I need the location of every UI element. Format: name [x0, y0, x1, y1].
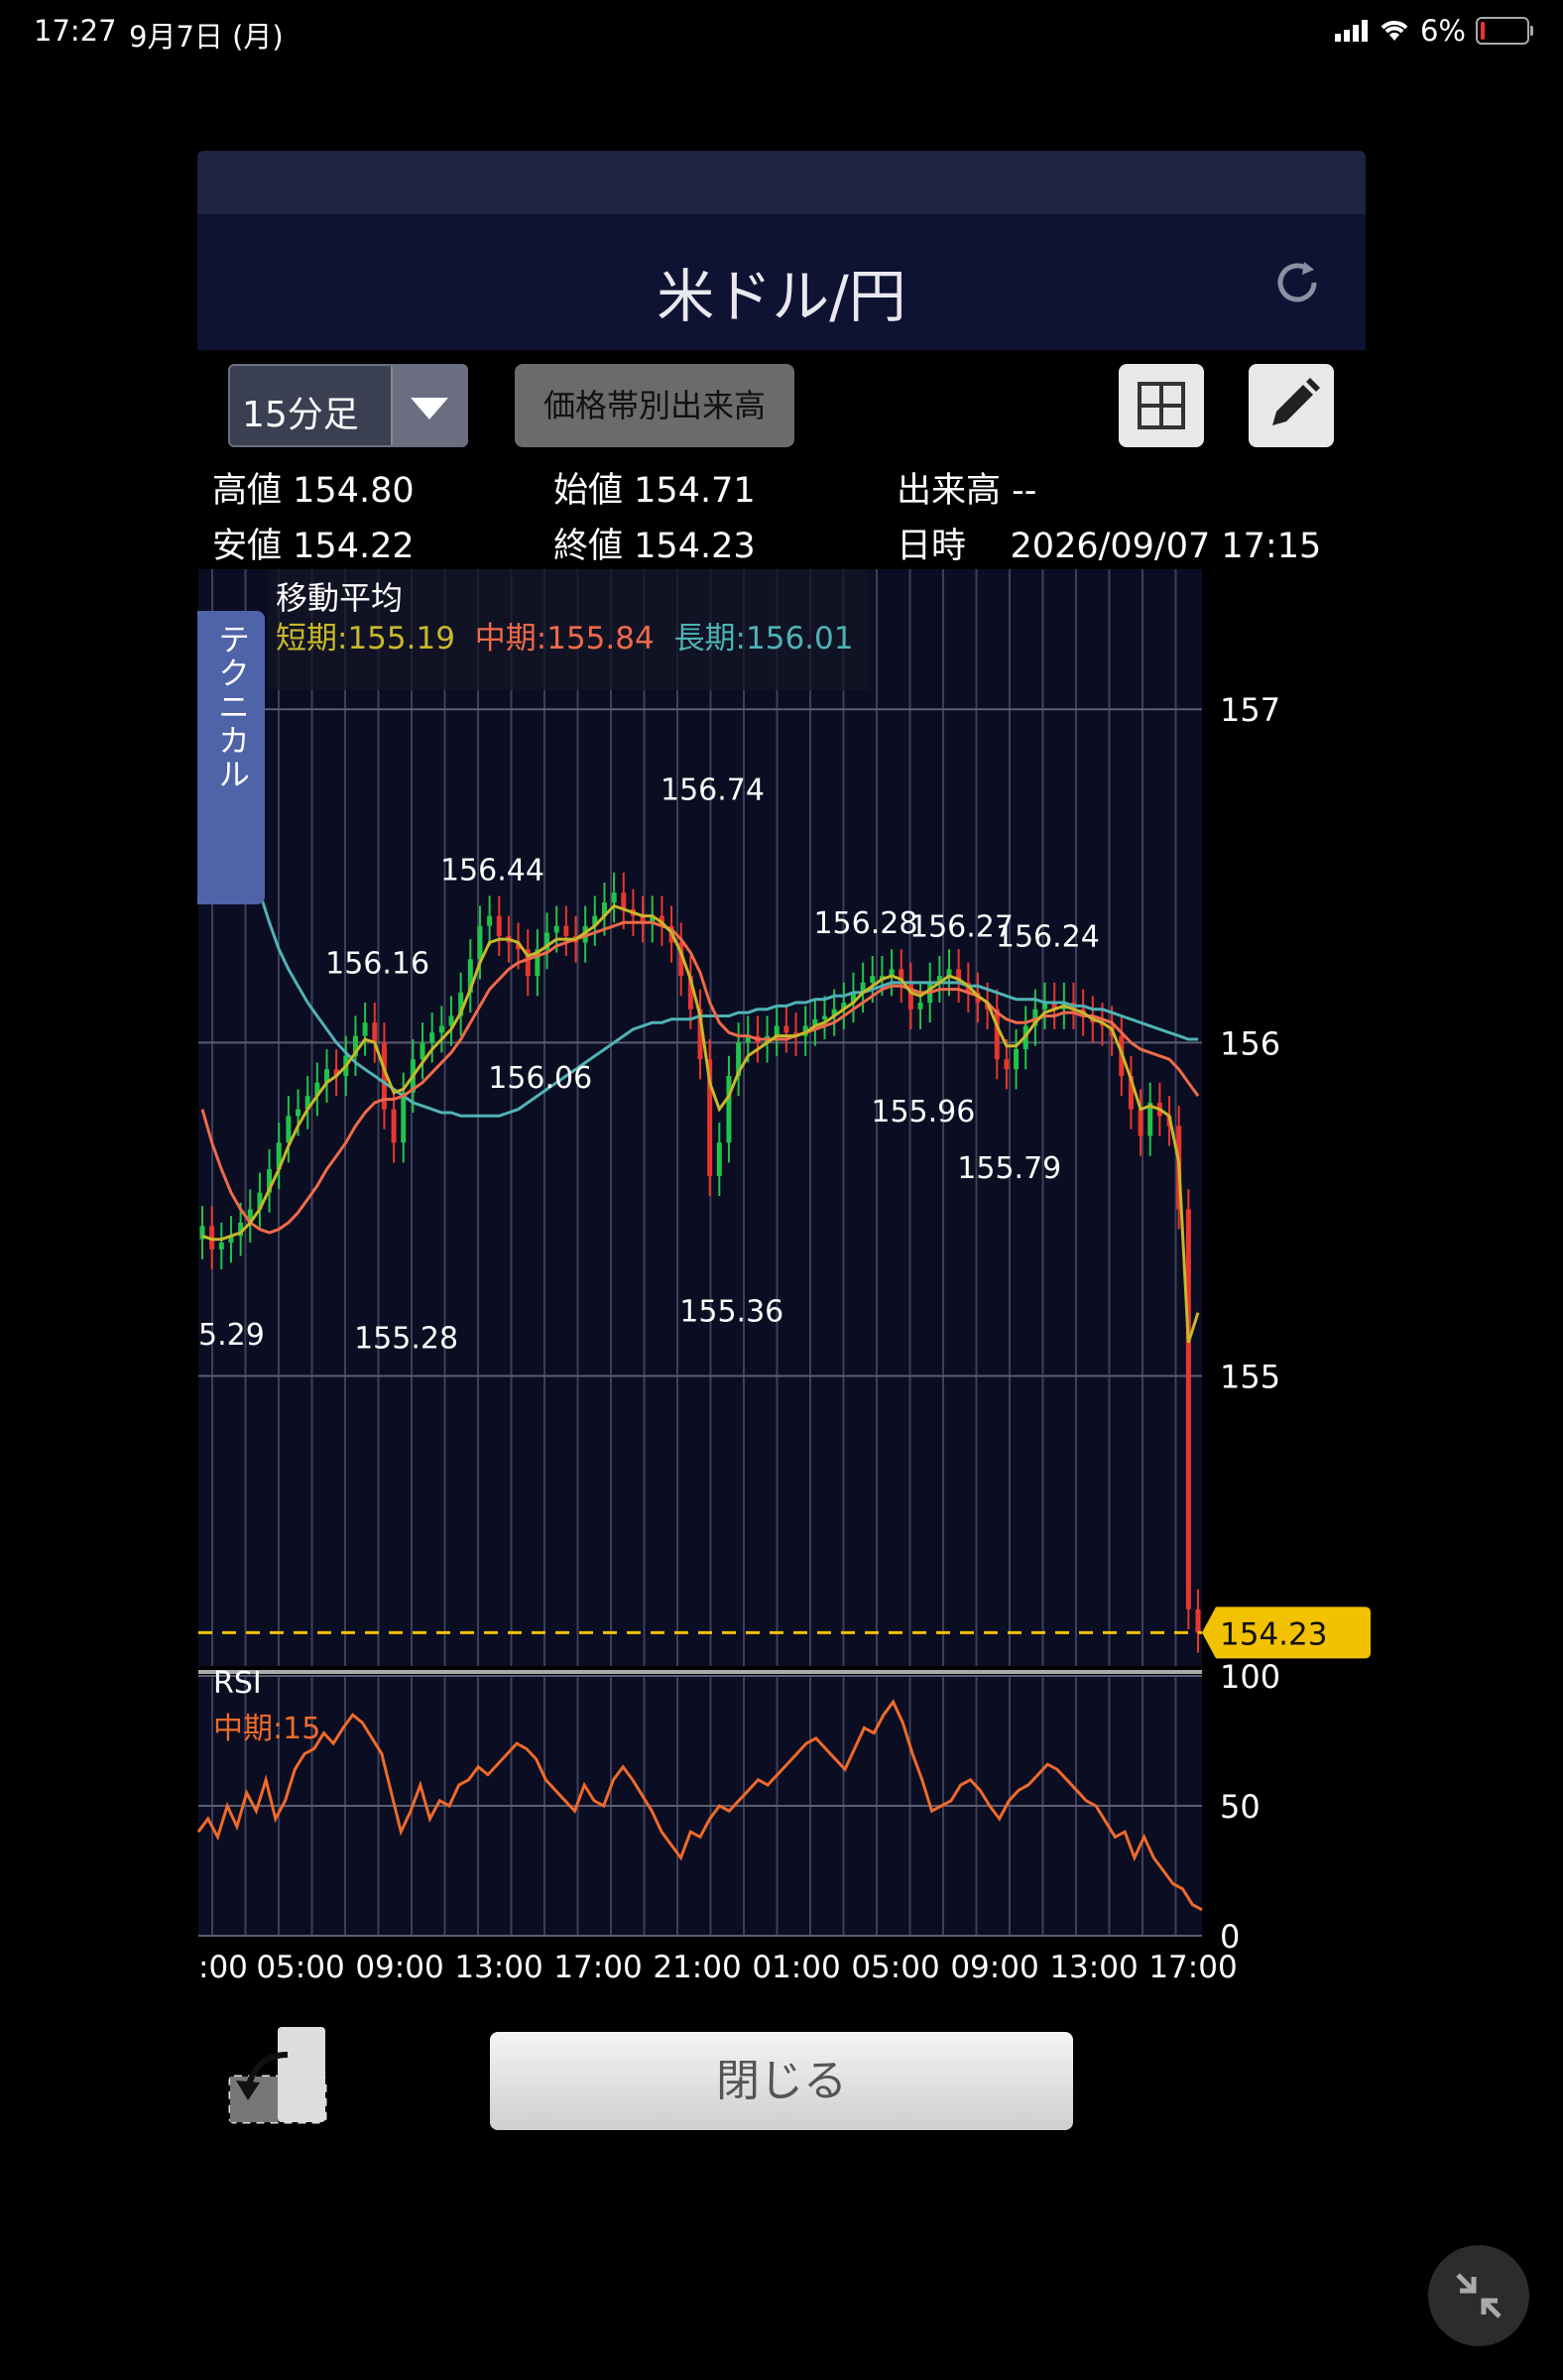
- draw-button[interactable]: [1249, 364, 1334, 447]
- time-tick-label: 05:00: [256, 1950, 344, 1985]
- rotate-icon: [228, 2027, 327, 2124]
- candle-body: [783, 1025, 789, 1033]
- price-annotation: 155.28: [354, 1321, 458, 1356]
- battery-percent: 6%: [1419, 14, 1466, 48]
- candle-body: [391, 1109, 397, 1143]
- candle-body: [1195, 1608, 1201, 1633]
- rsi-mid-value: 中期:15: [213, 1712, 321, 1746]
- candle-body: [401, 1092, 407, 1143]
- header-bar: 米ドル/円: [197, 214, 1366, 350]
- status-time: 17:27: [34, 14, 117, 48]
- price-annotation: 156.24: [996, 920, 1100, 955]
- candle-body: [420, 1042, 425, 1060]
- status-date: 9月7日 (月): [129, 20, 284, 54]
- rsi-tick-label: 100: [1220, 1658, 1280, 1696]
- current-price-label: 154.23: [1220, 1616, 1327, 1652]
- high-value: 高値 154.80: [212, 471, 415, 511]
- technical-tab[interactable]: テクニカル: [197, 611, 265, 904]
- candle-body: [553, 925, 559, 933]
- technical-tab-label: テクニカル: [213, 623, 251, 791]
- short-ma-value: 短期:155.19: [276, 621, 455, 656]
- signal-icon: [1334, 20, 1368, 42]
- candle-body: [477, 925, 483, 960]
- rotate-button[interactable]: [226, 2025, 329, 2128]
- candle-body: [296, 1109, 301, 1117]
- price-annotation: 156.74: [661, 774, 765, 808]
- open-value: 始値 154.71: [553, 471, 756, 511]
- time-tick-label: 17:00: [1148, 1950, 1237, 1985]
- candle-body: [218, 1243, 224, 1250]
- time-tick-label: 05:00: [851, 1950, 939, 1985]
- exit-fullscreen-button[interactable]: [1428, 2245, 1529, 2346]
- header-top-strip: [197, 151, 1366, 214]
- price-tick-label: 155: [1220, 1359, 1280, 1396]
- candle-body: [1004, 1059, 1010, 1070]
- rsi-label: RSI: [213, 1666, 262, 1701]
- mid-ma-value: 中期:155.84: [474, 621, 655, 656]
- candle-body: [362, 1022, 368, 1036]
- candle-body: [1185, 1209, 1191, 1609]
- candle-body: [1138, 1109, 1143, 1136]
- price-annotation: 156.06: [488, 1061, 592, 1096]
- time-tick-label: 09:00: [950, 1950, 1038, 1985]
- close-button[interactable]: 閉じる: [490, 2032, 1073, 2130]
- price-tick-label: 157: [1220, 691, 1280, 729]
- low-value: 安値 154.22: [212, 527, 415, 566]
- candle-body: [286, 1116, 292, 1143]
- price-panel-bg: [198, 569, 1202, 1666]
- candle-body: [563, 925, 569, 936]
- time-tick-label: :00: [198, 1950, 248, 1985]
- grid-icon: [1138, 382, 1185, 429]
- candle-body: [870, 976, 876, 983]
- time-tick-label: 01:00: [752, 1950, 840, 1985]
- refresh-icon[interactable]: [1270, 256, 1324, 309]
- candle-body: [429, 1032, 435, 1043]
- time-tick-label: 13:00: [1049, 1950, 1138, 1985]
- candle-body: [1014, 1049, 1020, 1070]
- time-tick-label: 13:00: [454, 1950, 542, 1985]
- battery-icon: [1476, 17, 1533, 45]
- candle-body: [611, 892, 617, 903]
- volume-value: 出来高 --: [897, 471, 1037, 511]
- chevron-down-icon: [391, 366, 466, 445]
- timeframe-select[interactable]: 15分足: [228, 364, 468, 447]
- price-annotation: 155.96: [871, 1095, 975, 1130]
- rsi-legend: RSI 中期:15: [203, 1666, 342, 1746]
- candle-body: [496, 915, 502, 936]
- candle-body: [907, 982, 913, 1010]
- close-value: 終値 154.23: [553, 527, 756, 566]
- page-title: 米ドル/円: [657, 263, 906, 330]
- candle-body: [372, 1022, 378, 1043]
- candle-body: [487, 915, 493, 926]
- time-tick-label: 17:00: [553, 1950, 642, 1985]
- status-indicators: 6%: [1334, 14, 1533, 48]
- volume-profile-button[interactable]: 価格帯別出来高: [515, 364, 794, 447]
- rsi-tick-label: 50: [1220, 1788, 1261, 1826]
- wifi-icon: [1381, 21, 1408, 41]
- price-annotation: 5.29: [198, 1318, 265, 1353]
- price-annotation: 155.79: [957, 1151, 1061, 1186]
- datetime-value: 日時 2026/09/07 17:15: [897, 527, 1322, 566]
- candle-body: [726, 1075, 732, 1143]
- pencil-icon: [1272, 378, 1320, 425]
- price-annotation: 156.44: [440, 853, 544, 888]
- time-tick-label: 21:00: [653, 1950, 741, 1985]
- timeframe-label: 15分足: [242, 395, 359, 435]
- candle-body: [716, 1142, 722, 1176]
- candle-body: [822, 1015, 827, 1019]
- time-tick-label: 09:00: [355, 1950, 443, 1985]
- layout-grid-button[interactable]: [1119, 364, 1204, 447]
- candle-body: [917, 1003, 923, 1010]
- price-annotation: 156.28: [813, 906, 917, 941]
- long-ma-value: 長期:156.01: [673, 621, 854, 656]
- price-annotation: 155.36: [679, 1295, 783, 1330]
- shrink-icon: [1456, 2273, 1502, 2319]
- candle-body: [438, 1025, 444, 1033]
- moving-average-legend: 移動平均 短期:155.19 中期:155.84 長期:156.01: [268, 569, 869, 690]
- price-annotation: 156.16: [325, 947, 429, 982]
- candle-body: [621, 892, 627, 909]
- candle-body: [994, 1009, 1000, 1060]
- price-tick-label: 156: [1220, 1024, 1280, 1062]
